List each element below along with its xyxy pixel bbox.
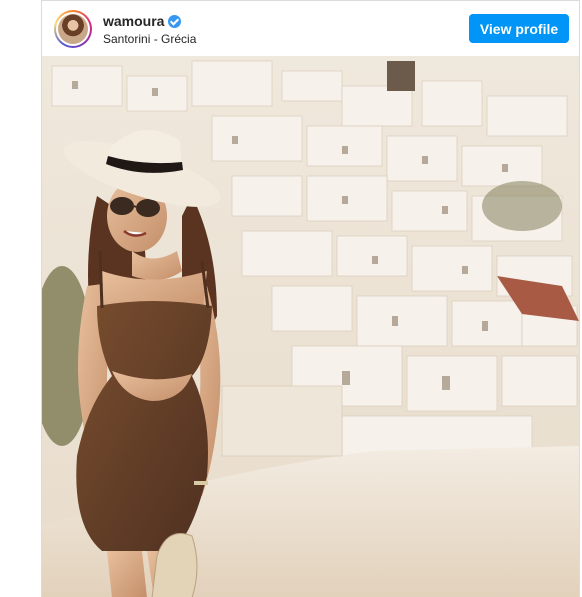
photo-illustration <box>42 56 579 597</box>
username[interactable]: wamoura <box>103 13 164 29</box>
username-row: wamoura <box>103 13 182 29</box>
avatar[interactable] <box>54 10 92 48</box>
view-profile-button[interactable]: View profile <box>469 14 569 43</box>
location[interactable]: Santorini - Grécia <box>103 32 196 46</box>
verified-check-icon <box>168 14 182 28</box>
instagram-embed: wamoura Santorini - Grécia View profile <box>41 0 580 597</box>
post-header: wamoura Santorini - Grécia View profile <box>42 1 579 56</box>
post-photo[interactable] <box>42 56 579 597</box>
avatar-image <box>58 14 88 44</box>
